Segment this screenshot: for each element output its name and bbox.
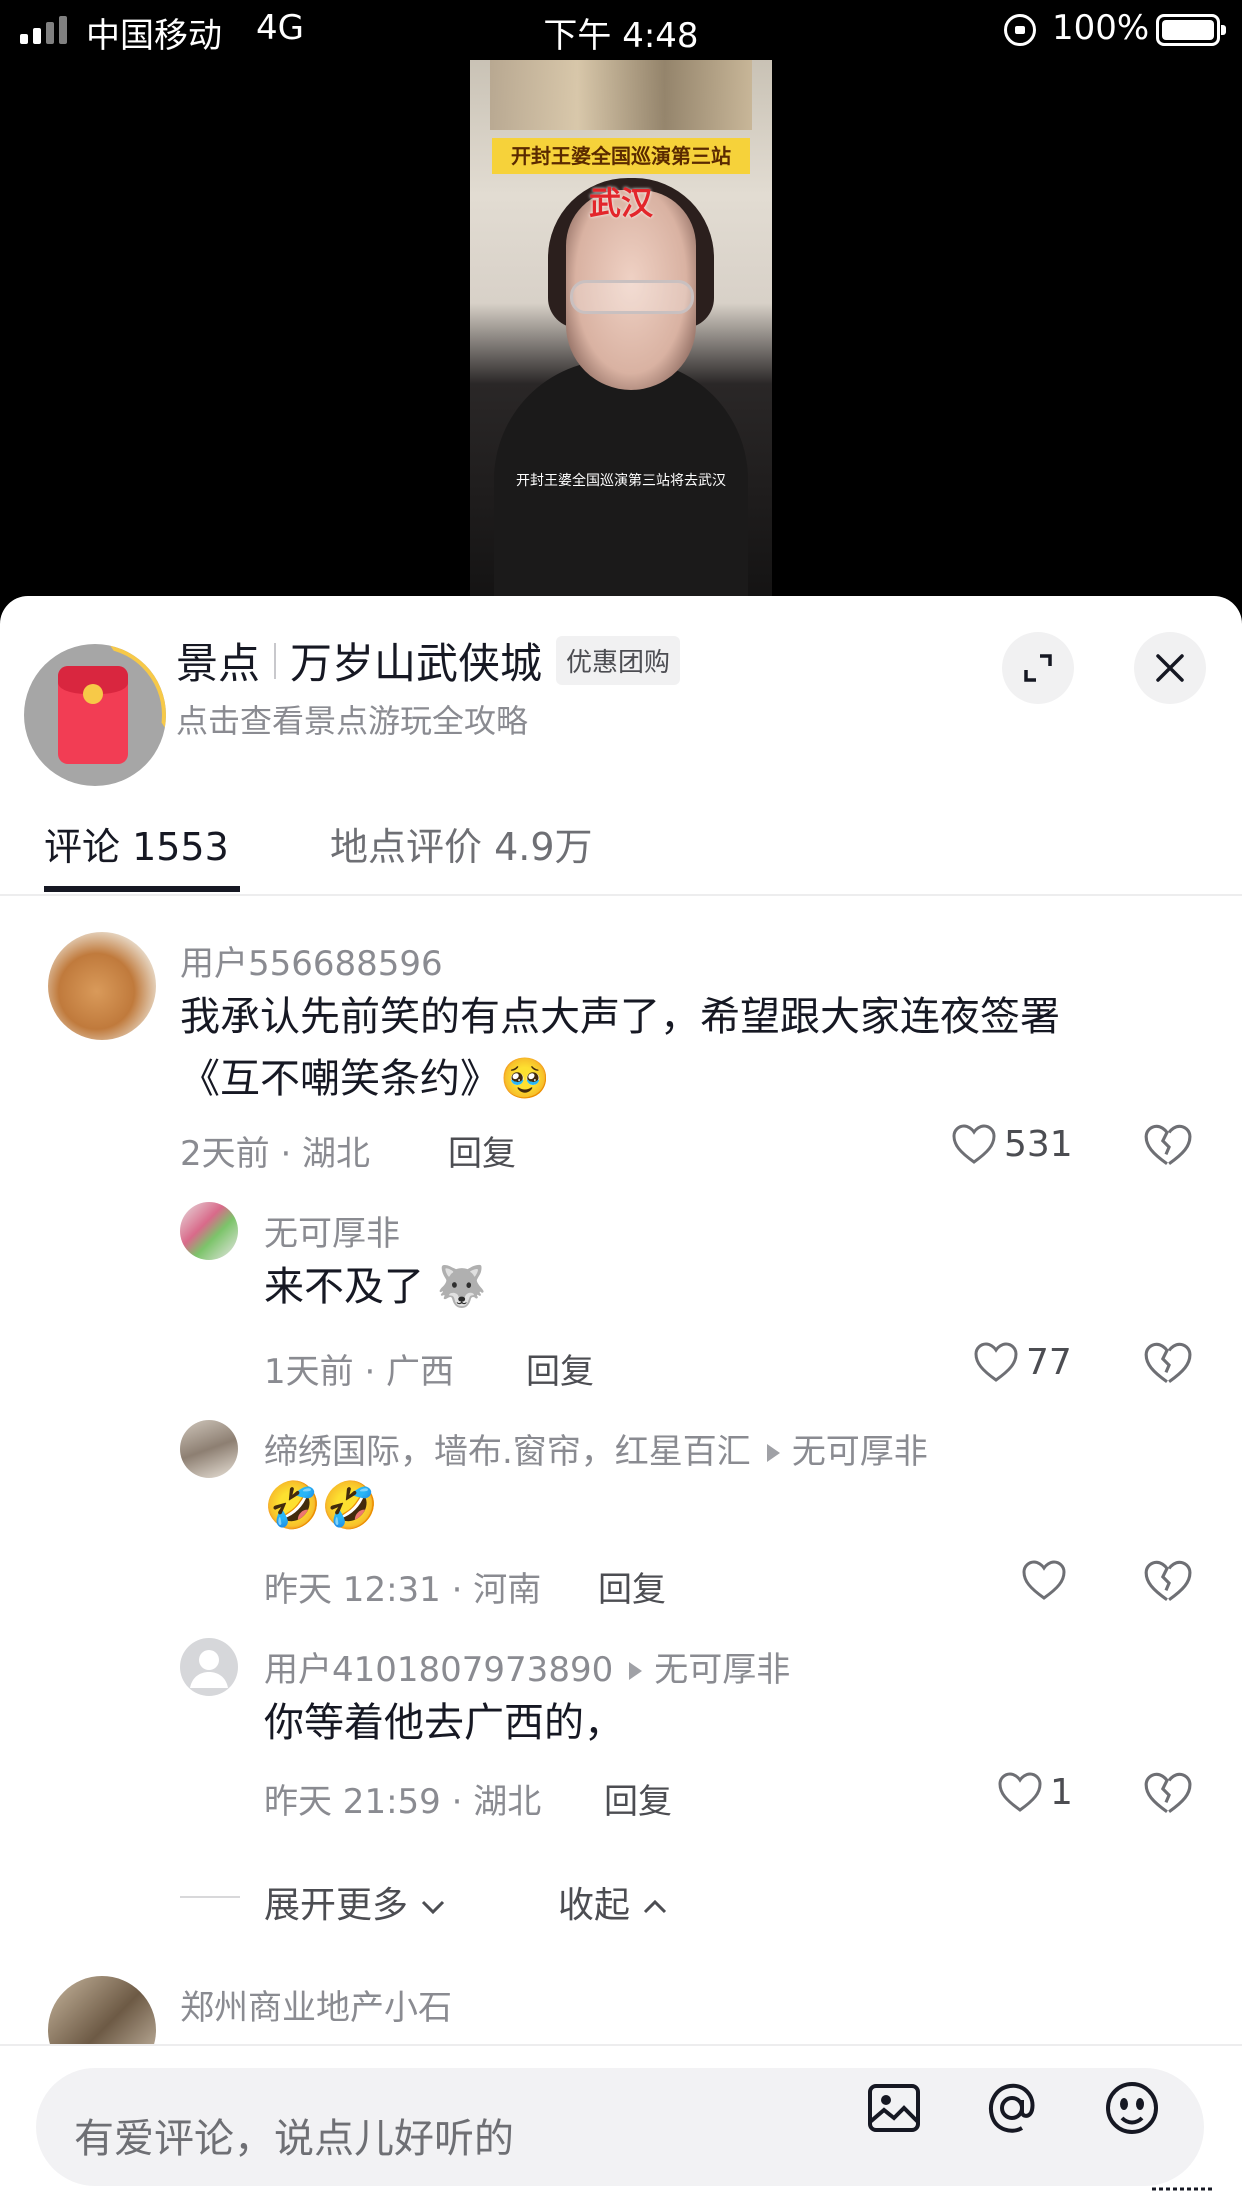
avatar[interactable] [180,1202,238,1260]
tab-place-reviews[interactable]: 地点评价 4.9万 [330,816,593,871]
close-icon [1156,654,1184,682]
heart-icon [974,1342,1018,1382]
title-divider [274,642,277,679]
poi-avatar[interactable] [24,644,166,786]
reply-button[interactable]: 回复 [598,1562,666,1611]
reply-username[interactable]: 无可厚非 [264,1206,400,1255]
poi-tag: 优惠团购 [556,636,681,685]
avatar[interactable] [48,932,156,1040]
collapse-label: 收起 [558,1885,631,1926]
tab-comments[interactable]: 评论 1553 [44,816,229,871]
reply-arrow-icon [766,1443,780,1462]
at-icon[interactable] [980,2076,1044,2140]
video-banner: 开封王婆全国巡演第三站 [492,138,750,174]
comment-text: 我承认先前笑的有点大声了，希望跟大家连夜签署 《互不嘲笑条约》🥹 [180,986,1200,1110]
expand-icon [1024,654,1052,682]
reply-to-username[interactable]: 无可厚非 [792,1432,928,1472]
video-person-glasses [570,280,694,314]
reply-text: 来不及了 🐺 [264,1256,487,1318]
reply-button[interactable]: 回复 [604,1774,672,1823]
like-count: 531 [1004,1123,1073,1165]
comment-input-bar: 有爱评论，说点儿好听的 [0,2044,1242,2208]
reply-meta: 昨天 12:31 · 河南 [264,1570,542,1610]
battery-icon [1156,14,1226,46]
background-painting [490,60,752,130]
reply-text: 你等着他去广西的， [264,1700,624,1746]
reply-to-username[interactable]: 无可厚非 [654,1650,790,1690]
comment-text-line: 我承认先前笑的有点大声了，希望跟大家连夜签署 [180,994,1060,1040]
like-count: 77 [1026,1341,1072,1383]
reply-username[interactable]: 用户4101807973890 [264,1650,613,1690]
emoji-icon[interactable] [1100,2076,1164,2140]
like-button[interactable]: 1 [996,1770,1073,1814]
status-bar: 中国移动 4G 下午 4:48 100% [0,0,1242,60]
like-button[interactable]: 531 [950,1122,1073,1166]
poi-category: 景点 [176,639,261,688]
pleading-face-emoji: 🥹 [500,1056,550,1102]
avatar[interactable] [180,1420,238,1478]
broken-heart-icon[interactable] [1142,1770,1192,1816]
close-button[interactable] [1134,632,1206,704]
reply-arrow-icon [629,1661,643,1680]
comment-meta: 2天前 · 湖北 [180,1134,371,1174]
reply-username-line: 缔绣国际，墙布.窗帘，红星百汇 无可厚非 [264,1424,928,1473]
divider-line [180,1896,240,1898]
collapse-button[interactable]: 收起 [558,1876,669,1928]
tab-bar: 评论 1553 地点评价 4.9万 [0,786,1242,896]
expand-more-label: 展开更多 [264,1885,409,1926]
video-subtitle: 开封王婆全国巡演第三站将去武汉 [516,473,726,489]
rotation-lock-icon [1004,14,1036,46]
heart-icon [1022,1560,1066,1600]
reply-meta: 1天前 · 广西 [264,1352,455,1392]
reply-text-content: 来不及了 [264,1264,424,1310]
broken-heart-icon[interactable] [1142,1340,1192,1386]
heart-icon [952,1124,996,1164]
replies-controls: 展开更多 收起 [180,1866,1180,1926]
chevron-down-icon [422,1900,445,1915]
reply-button[interactable]: 回复 [526,1344,594,1393]
avatar[interactable] [180,1638,238,1696]
broken-heart-icon[interactable] [1142,1558,1192,1604]
poi-subtitle[interactable]: 点击查看景点游玩全攻略 [176,696,528,742]
red-envelope-icon [58,666,128,764]
like-button[interactable]: 77 [972,1340,1072,1384]
battery-percent: 100% [1052,8,1150,48]
image-icon[interactable] [862,2076,926,2140]
video-player[interactable]: 开封王婆全国巡演第三站 武汉 开封王婆全国巡演第三站将去武汉 [470,60,772,600]
like-count: 1 [1050,1771,1073,1813]
home-indicator-icon [1152,2187,1214,2191]
heart-icon [998,1772,1042,1812]
default-user-icon [190,1650,228,1688]
reply-meta: 昨天 21:59 · 湖北 [264,1782,542,1822]
poi-title[interactable]: 景点 万岁山武侠城 优惠团购 [176,630,681,691]
expand-button[interactable] [1002,632,1074,704]
wolf-emoji: 🐺 [436,1264,487,1310]
comment-input-placeholder: 有爱评论，说点儿好听的 [74,2116,514,2162]
comment-username[interactable]: 用户556688596 [180,936,443,985]
broken-heart-icon[interactable] [1142,1122,1192,1168]
video-city-caption: 武汉 [588,184,653,222]
reply-button[interactable]: 回复 [448,1126,516,1175]
reply-username-line: 用户4101807973890 无可厚非 [264,1642,790,1691]
expand-more-button[interactable]: 展开更多 [264,1876,447,1928]
chevron-up-icon [644,1899,667,1914]
tab-underline [44,886,240,892]
comment-username[interactable]: 郑州商业地产小石 [180,1980,452,2029]
like-button[interactable] [1020,1558,1074,1602]
comment-sheet: 景点 万岁山武侠城 优惠团购 点击查看景点游玩全攻略 评论 1553 地点评价 … [0,596,1242,2208]
poi-name: 万岁山武侠城 [290,639,543,688]
reply-username[interactable]: 缔绣国际，墙布.窗帘，红星百汇 [264,1432,751,1472]
comment-text-line: 《互不嘲笑条约》 [180,1056,500,1102]
reply-text: 🤣🤣 [264,1478,379,1532]
